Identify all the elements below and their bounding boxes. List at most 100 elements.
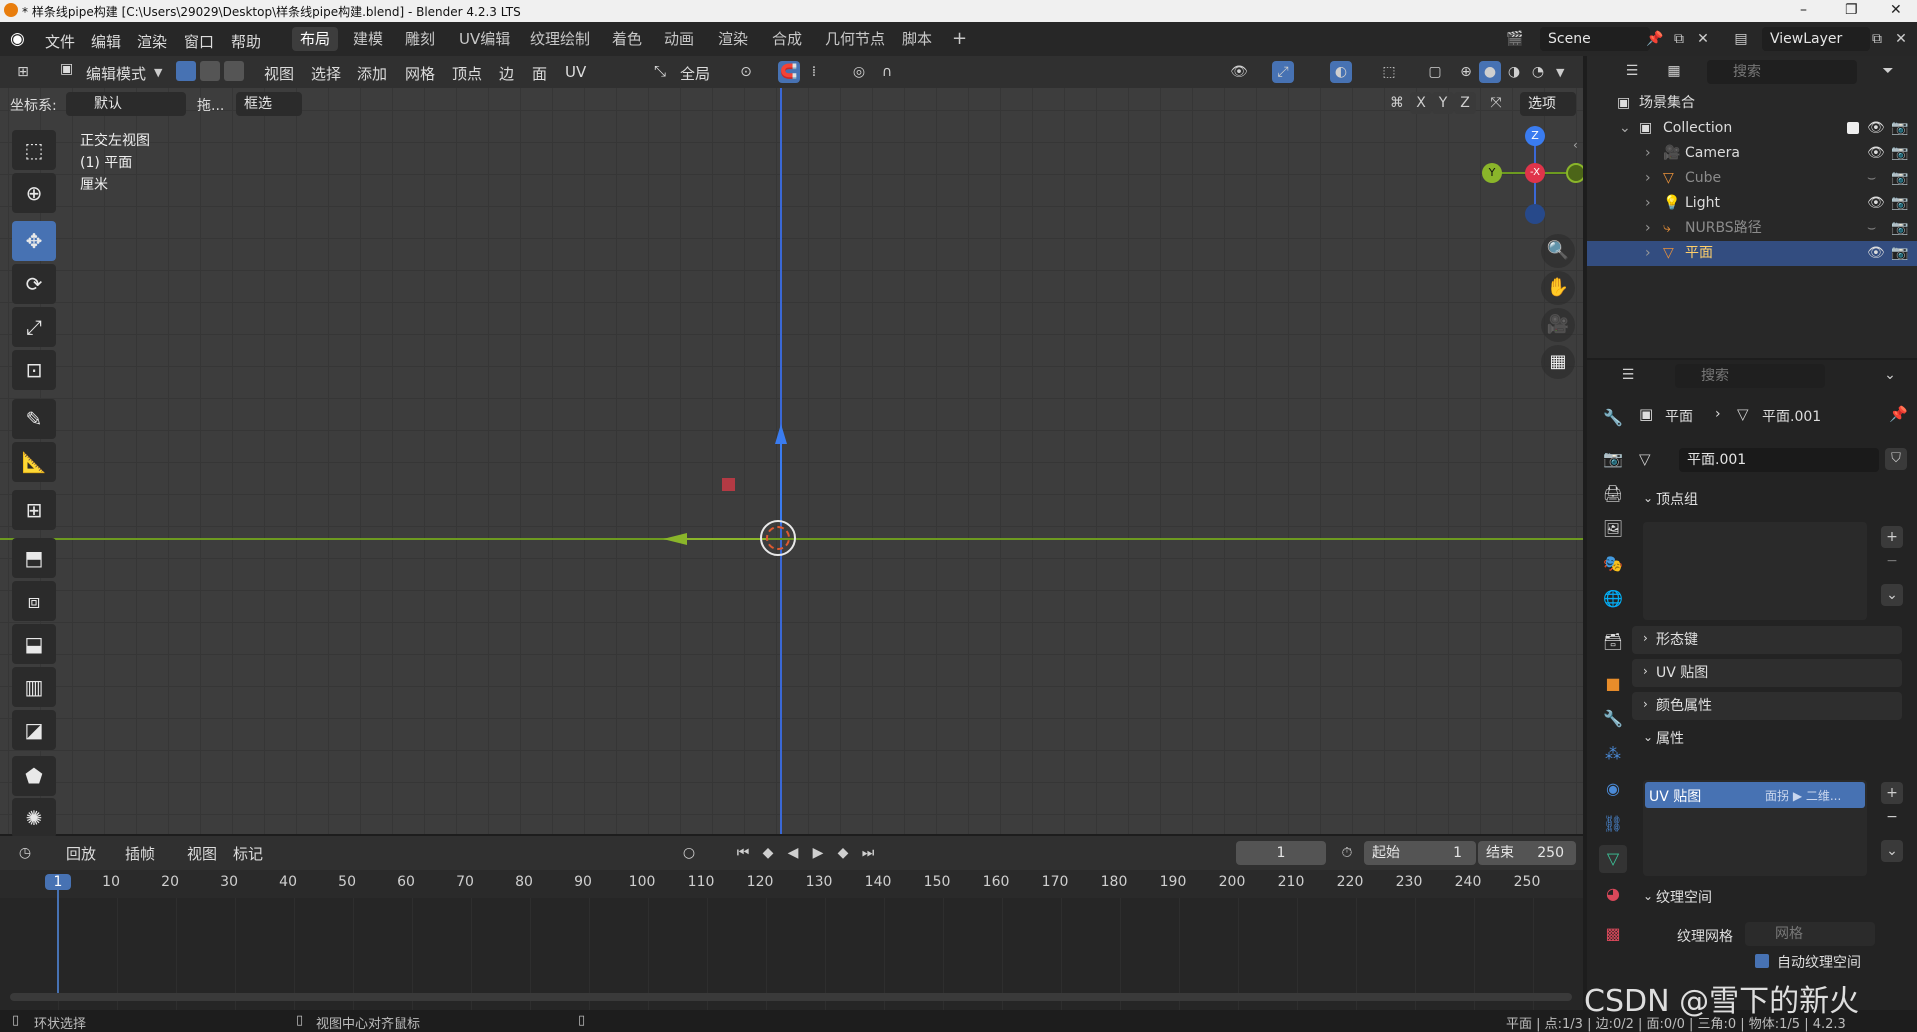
- add-vertex-group-icon[interactable]: +: [1881, 526, 1903, 548]
- playhead-line[interactable]: [57, 878, 59, 996]
- gizmo-neg-z-button[interactable]: [1525, 204, 1545, 224]
- timeline-scrollbar[interactable]: [10, 993, 1572, 1001]
- attributes-panel-header[interactable]: 属性: [1632, 725, 1902, 753]
- eye-icon[interactable]: 👁: [1867, 241, 1885, 266]
- camera-render-icon[interactable]: 📷: [1891, 141, 1908, 166]
- tab-shading[interactable]: 着色: [604, 27, 650, 51]
- coordinate-system-selector[interactable]: 默认: [66, 92, 186, 116]
- add-attribute-icon[interactable]: +: [1881, 782, 1903, 804]
- current-frame-field[interactable]: 1: [1236, 841, 1326, 865]
- scene-collection-row[interactable]: ▣ 场景集合: [1587, 91, 1917, 116]
- eye-icon[interactable]: 👁: [1867, 191, 1885, 216]
- axis-z-toggle[interactable]: Z: [1454, 92, 1476, 114]
- viewlayer-browse-icon[interactable]: ▤: [1730, 28, 1752, 50]
- camera-render-icon[interactable]: 📷: [1891, 191, 1908, 216]
- display-mode-icon[interactable]: ▦: [1663, 60, 1685, 82]
- physics-tab-icon[interactable]: ◉: [1599, 775, 1627, 803]
- mirror-icon[interactable]: ⌘: [1386, 92, 1408, 114]
- next-keyframe-icon[interactable]: ◆: [832, 842, 854, 864]
- output-tab-icon[interactable]: 🖨: [1599, 480, 1627, 508]
- menu-vertex[interactable]: 顶点: [452, 63, 482, 84]
- tab-sculpting[interactable]: 雕刻: [397, 27, 443, 51]
- tool-tab-icon[interactable]: 🔧: [1599, 404, 1627, 432]
- snap-toggle-icon[interactable]: 🧲: [778, 61, 800, 83]
- delete-scene-icon[interactable]: ✕: [1692, 28, 1714, 50]
- rendered-shading-icon[interactable]: ◔: [1527, 61, 1549, 83]
- gizmo-z-button[interactable]: Z: [1525, 126, 1545, 146]
- editor-type-icon[interactable]: ⊞: [12, 61, 34, 83]
- pin-icon[interactable]: 📌: [1889, 405, 1908, 423]
- minimize-button[interactable]: –: [1800, 2, 1807, 18]
- camera-render-icon[interactable]: 📷: [1891, 216, 1908, 241]
- y-handle[interactable]: [687, 538, 767, 540]
- transform-tool-icon[interactable]: ⊡: [12, 350, 56, 390]
- vertex-select-icon[interactable]: [176, 61, 196, 81]
- menu-select[interactable]: 选择: [311, 63, 341, 84]
- eye-icon[interactable]: ⌣: [1867, 166, 1876, 191]
- measure-tool-icon[interactable]: 📐: [12, 442, 56, 482]
- navigation-gizmo[interactable]: Z Y -X: [1480, 120, 1583, 230]
- uv-maps-panel-header[interactable]: UV 贴图: [1632, 659, 1902, 687]
- color-attributes-panel-header[interactable]: 颜色属性: [1632, 692, 1902, 720]
- menu-keying[interactable]: 插帧: [125, 843, 155, 864]
- attributes-list[interactable]: UV 贴图 面拐 ▶ 二维...: [1643, 780, 1867, 876]
- menu-help[interactable]: 帮助: [231, 31, 261, 52]
- particles-tab-icon[interactable]: ⁂: [1599, 740, 1627, 768]
- preview-range-icon[interactable]: ⏱: [1336, 842, 1358, 864]
- 3d-viewport[interactable]: 正交左视图 (1) 平面 厘米 Z Y -X 🔍 ✋ 🎥 ▦ ‹: [0, 58, 1583, 834]
- falloff-icon[interactable]: ∩: [876, 61, 898, 83]
- blender-menu-icon[interactable]: ◉: [10, 29, 25, 49]
- extrude-tool-icon[interactable]: ⬒: [12, 538, 56, 578]
- material-shading-icon[interactable]: ◑: [1503, 61, 1525, 83]
- menu-mesh[interactable]: 网格: [405, 63, 435, 84]
- vertex-group-menu-icon[interactable]: ⌄: [1881, 584, 1903, 606]
- texture-mesh-field[interactable]: 网格: [1745, 922, 1875, 946]
- scale-tool-icon[interactable]: ⤢: [12, 307, 56, 347]
- select-mode-selector[interactable]: 框选: [236, 92, 302, 116]
- attribute-item-uv[interactable]: UV 贴图 面拐 ▶ 二维...: [1645, 782, 1865, 808]
- add-cube-tool-icon[interactable]: ⊞: [12, 490, 56, 530]
- vertex-groups-list[interactable]: [1643, 522, 1867, 620]
- menu-playback[interactable]: 回放: [66, 843, 96, 864]
- camera-render-icon[interactable]: 📷: [1891, 116, 1908, 141]
- play-reverse-icon[interactable]: ◀: [782, 842, 804, 864]
- move-left-arrow-icon[interactable]: [663, 533, 687, 545]
- jump-start-icon[interactable]: ⏮: [732, 842, 754, 864]
- menu-edge[interactable]: 边: [499, 63, 514, 84]
- expand-chevron-icon[interactable]: ›: [1645, 216, 1651, 241]
- select-box-tool-icon[interactable]: ⬚: [12, 130, 56, 170]
- outliner-editor-type-icon[interactable]: ☰: [1621, 60, 1643, 82]
- transform-orientation-selector[interactable]: 全局: [680, 63, 710, 84]
- delete-viewlayer-icon[interactable]: ✕: [1890, 28, 1912, 50]
- options-dropdown[interactable]: 选项: [1520, 92, 1576, 116]
- auto-texture-space-checkbox[interactable]: [1755, 954, 1769, 968]
- attribute-menu-icon[interactable]: ⌄: [1881, 840, 1903, 862]
- eye-icon[interactable]: 👁: [1867, 116, 1885, 141]
- jump-end-icon[interactable]: ⏭: [857, 842, 879, 864]
- material-tab-icon[interactable]: ◕: [1599, 880, 1627, 908]
- shape-keys-panel-header[interactable]: 形态键: [1632, 626, 1902, 654]
- menu-view[interactable]: 视图: [264, 63, 294, 84]
- remove-attribute-icon[interactable]: −: [1881, 806, 1903, 828]
- xray-toggle-icon[interactable]: ▢: [1424, 61, 1446, 83]
- scene-browse-icon[interactable]: 🎬: [1504, 28, 1526, 50]
- gizmo-y-button[interactable]: Y: [1482, 163, 1502, 183]
- menu-timeline-view[interactable]: 视图: [187, 843, 217, 864]
- pivot-point-icon[interactable]: ⊙: [735, 61, 757, 83]
- expand-chevron-icon[interactable]: ›: [1645, 191, 1651, 216]
- texture-space-panel-header[interactable]: 纹理空间: [1632, 884, 1902, 912]
- sidebar-toggle-icon[interactable]: ‹: [1573, 138, 1578, 152]
- record-keyframe-icon[interactable]: ○: [678, 842, 700, 864]
- menu-file[interactable]: 文件: [45, 31, 75, 52]
- texture-tab-icon[interactable]: ▩: [1599, 920, 1627, 948]
- axis-x-toggle[interactable]: X: [1410, 92, 1432, 114]
- topology-mirror-icon[interactable]: ⤧: [1485, 92, 1507, 114]
- bevel-tool-icon[interactable]: ⬓: [12, 624, 56, 664]
- new-viewlayer-icon[interactable]: ⧉: [1866, 28, 1888, 50]
- face-select-icon[interactable]: [224, 61, 244, 81]
- gizmo-neg-y-button[interactable]: [1566, 163, 1583, 183]
- loop-cut-tool-icon[interactable]: ▥: [12, 667, 56, 707]
- outliner-item[interactable]: › 🎥 Camera 👁 📷: [1587, 141, 1917, 166]
- expand-chevron-icon[interactable]: ›: [1645, 166, 1651, 191]
- eye-icon[interactable]: 👁: [1867, 141, 1885, 166]
